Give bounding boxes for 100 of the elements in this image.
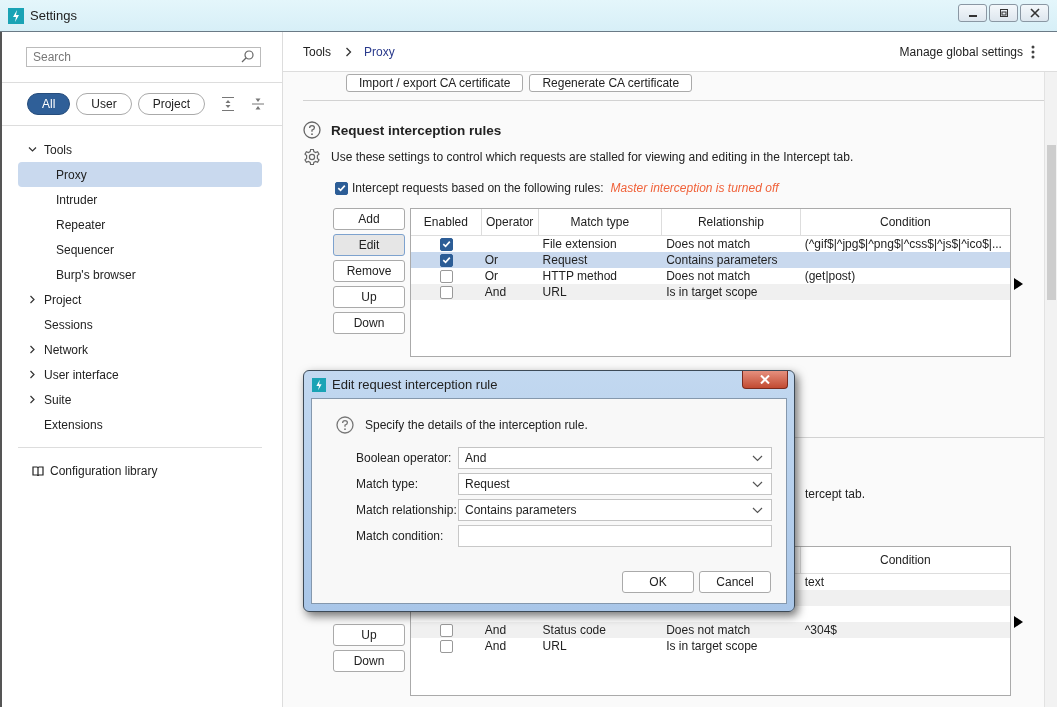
column-header[interactable]: Condition	[880, 553, 931, 567]
close-icon	[760, 375, 770, 384]
table-cell: Or	[484, 253, 499, 267]
section-description: tercept tab.	[805, 487, 866, 501]
close-icon	[1029, 8, 1040, 18]
checkbox[interactable]	[439, 269, 453, 283]
scrollbar[interactable]	[1044, 72, 1057, 707]
table-row[interactable]: Or Request Contains parameters	[411, 252, 1010, 268]
book-icon	[32, 465, 44, 477]
table-cell: Is in target scope	[666, 639, 758, 653]
help-icon[interactable]	[303, 121, 321, 139]
dialog-button[interactable]: Cancel	[699, 571, 771, 593]
table-cell: (get|post)	[804, 269, 856, 283]
close-button[interactable]	[1020, 4, 1049, 22]
manage-global-settings-link[interactable]: Manage global settings	[899, 44, 1023, 59]
filter-tab[interactable]: All	[27, 93, 71, 115]
table-cell: URL	[542, 285, 567, 299]
expand-all-icon[interactable]	[221, 96, 236, 112]
filter-tab[interactable]: Project	[137, 93, 206, 115]
dialog-button[interactable]: OK	[622, 571, 694, 593]
column-header[interactable]: Operator	[481, 209, 539, 235]
table-row[interactable]: File extension Does not match (^gif$|^jpg$|^png$|^css$|^js$|^ico$|...	[411, 236, 1010, 252]
table-cell: Is in target scope	[666, 285, 758, 299]
search-field[interactable]: Search	[26, 47, 261, 67]
field-label: Match type:	[356, 477, 420, 491]
help-icon	[336, 416, 354, 434]
table-cell: And	[484, 623, 507, 637]
table-cell: Request	[542, 253, 588, 267]
column-header[interactable]: Match type	[538, 209, 663, 235]
tree-item[interactable]: Network	[18, 337, 262, 362]
tree-item[interactable]: Proxy	[18, 162, 262, 187]
certificate-button[interactable]: Regenerate CA certificate	[529, 74, 693, 92]
checkbox[interactable]	[335, 181, 348, 195]
right-triangle-icon	[1014, 616, 1023, 628]
table-cell: URL	[542, 639, 567, 653]
minimize-button[interactable]	[958, 4, 987, 22]
lightning-app-icon	[312, 377, 326, 392]
breadcrumb-item[interactable]: Proxy	[364, 44, 395, 59]
filter-tab[interactable]: User	[76, 93, 132, 115]
checkbox[interactable]	[439, 285, 453, 299]
field-label: Match condition:	[356, 529, 445, 543]
table-action-button[interactable]: Down	[333, 312, 405, 334]
table-cell: Does not match	[666, 623, 751, 637]
collapse-all-icon[interactable]	[251, 96, 266, 112]
column-header[interactable]: Condition	[800, 209, 1010, 235]
table-action-button[interactable]: Down	[333, 650, 405, 672]
settings-icon[interactable]	[303, 148, 321, 166]
table-row[interactable]: And Status code Does not match ^304$	[411, 622, 1010, 638]
tree-item[interactable]: Suite	[18, 387, 262, 412]
field-label: Boolean operator:	[356, 451, 453, 465]
more-options-icon[interactable]	[1031, 44, 1035, 59]
table-action-button[interactable]: Edit	[333, 234, 405, 256]
tree-item[interactable]: Repeater	[18, 212, 262, 237]
table-action-button[interactable]: Add	[333, 208, 405, 230]
checkbox-label: Intercept requests based on the following rules:	[352, 181, 604, 195]
configuration-library-link[interactable]: Configuration library	[50, 464, 158, 478]
section-title: Request interception rules	[331, 122, 502, 138]
certificate-button[interactable]: Import / export CA certificate	[346, 74, 524, 92]
section-description: Use these settings to control which requests are stalled for viewing and editing in the Intercept tab.	[331, 150, 854, 164]
checkbox[interactable]	[439, 623, 453, 637]
tree-item[interactable]: Project	[18, 287, 262, 312]
input-field[interactable]	[458, 525, 772, 547]
chevron-down-icon	[752, 506, 763, 514]
table-action-button[interactable]: Remove	[333, 260, 405, 282]
table-row[interactable]: Or HTTP method Does not match (get|post)	[411, 268, 1010, 284]
checkbox[interactable]	[439, 237, 453, 251]
tree-item[interactable]: User interface	[18, 362, 262, 387]
table-cell: Status code	[542, 623, 606, 637]
dropdown[interactable]: Request	[458, 473, 772, 495]
chevron-right-icon	[345, 46, 352, 57]
tree-item[interactable]: Burp's browser	[18, 262, 262, 287]
tree-item[interactable]: Sessions	[18, 312, 262, 337]
dropdown[interactable]: And	[458, 447, 772, 469]
close-button[interactable]	[742, 371, 788, 389]
tree-item[interactable]: Extensions	[18, 412, 262, 437]
tree-item[interactable]: Sequencer	[18, 237, 262, 262]
status-text: Master interception is turned off	[610, 181, 779, 195]
table-action-button[interactable]: Up	[333, 624, 405, 646]
breadcrumb-item[interactable]: Tools	[303, 44, 331, 59]
table-cell: Contains parameters	[666, 253, 778, 267]
checkbox[interactable]	[439, 639, 453, 653]
checkbox[interactable]	[439, 253, 453, 267]
table-row[interactable]: And URL Is in target scope	[411, 638, 1010, 654]
table-cell: Or	[484, 269, 499, 283]
table-cell: Does not match	[666, 269, 751, 283]
window-title: Settings	[30, 8, 77, 23]
minimize-icon	[968, 15, 977, 17]
column-header[interactable]: Relationship	[662, 209, 801, 235]
tree-item[interactable]: Intruder	[18, 187, 262, 212]
table-row[interactable]: And URL Is in target scope	[411, 284, 1010, 300]
column-header[interactable]: Enabled	[411, 209, 482, 235]
chevron-down-icon	[752, 480, 763, 488]
restore-button[interactable]	[989, 4, 1018, 22]
table-action-button[interactable]: Up	[333, 286, 405, 308]
right-triangle-icon	[1014, 278, 1023, 290]
dialog-message: Specify the details of the interception rule.	[365, 418, 588, 432]
table-cell: Does not match	[666, 237, 751, 251]
dropdown[interactable]: Contains parameters	[458, 499, 772, 521]
table-cell: And	[484, 285, 507, 299]
tree-item[interactable]: Tools	[18, 137, 262, 162]
